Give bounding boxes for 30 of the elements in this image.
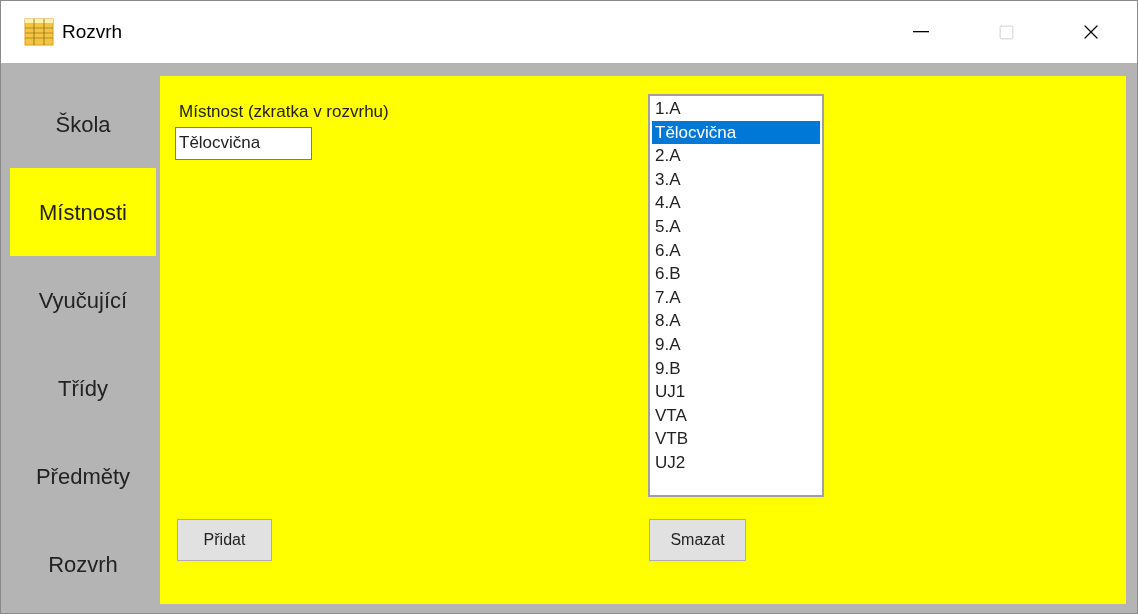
list-item[interactable]: 6.A — [652, 238, 820, 263]
list-item[interactable]: Tělocvična — [652, 120, 820, 145]
field-label: Místnost (zkratka v rozvrhu) — [179, 101, 390, 123]
sidebar-tab[interactable]: Třídy — [10, 344, 156, 432]
list-item[interactable]: 9.A — [652, 332, 820, 357]
list-item[interactable]: 2.A — [652, 144, 820, 168]
list-item[interactable]: 9.B — [652, 356, 820, 381]
list-item[interactable]: 6.B — [652, 262, 820, 286]
window-title: Rozvrh — [62, 19, 123, 44]
add-button[interactable]: Přidat — [177, 519, 272, 561]
list-item[interactable]: 3.A — [652, 167, 820, 192]
list-item[interactable]: 1.A — [652, 97, 820, 121]
list-item[interactable]: 7.A — [652, 285, 820, 310]
list-item[interactable]: 4.A — [652, 191, 820, 215]
list-item[interactable]: VTB — [652, 427, 820, 451]
sidebar-tab[interactable]: Rozvrh — [10, 520, 156, 608]
sidebar-tab[interactable]: Vyučující — [10, 256, 156, 344]
sidebar-tab[interactable]: Místnosti — [10, 168, 156, 256]
delete-button[interactable]: Smazat — [649, 519, 746, 561]
list-item[interactable]: 5.A — [652, 214, 820, 239]
sidebar-tab[interactable]: Škola — [10, 80, 156, 168]
room-input-field[interactable]: Tělocvična — [175, 126, 312, 160]
table-icon — [24, 17, 54, 47]
list-item[interactable]: UJ1 — [652, 380, 820, 404]
minimize-icon — [913, 31, 929, 33]
list-item[interactable]: UJ2 — [652, 450, 820, 475]
sidebar-tab[interactable]: Předměty — [10, 432, 156, 520]
list-item[interactable]: VTA — [652, 403, 820, 428]
maximize-icon — [997, 23, 1015, 41]
list-item[interactable]: 8.A — [652, 309, 820, 333]
